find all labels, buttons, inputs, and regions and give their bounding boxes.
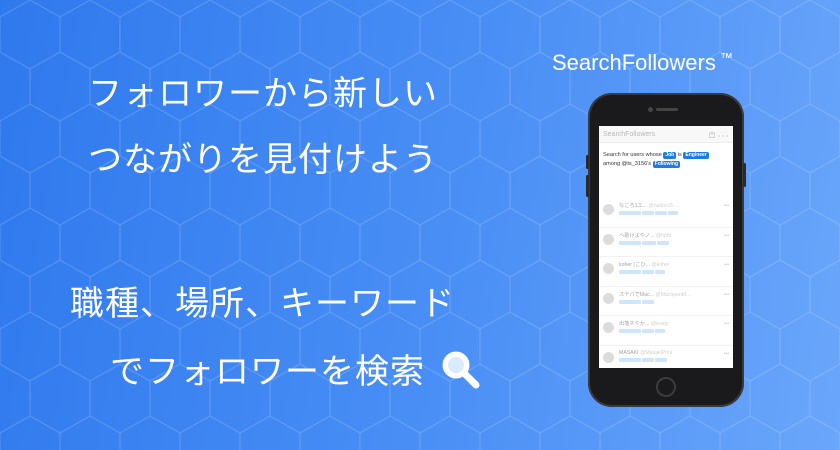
row-menu-icon[interactable]: ••• — [724, 233, 729, 239]
user-display-name: へ助けよやノ... — [619, 232, 655, 239]
user-info: なごろ1エ... @nadoro3... — [619, 202, 729, 215]
list-item[interactable]: なごろ1エ... @nadoro3... ••• — [599, 198, 733, 228]
user-info: koher (こひ... @koher — [619, 261, 729, 274]
user-name: なごろ1エ... @nadoro3... — [619, 202, 729, 209]
share-icon[interactable] — [709, 126, 715, 143]
user-handle: @koher — [651, 262, 670, 268]
user-info: へ助けよやノ... @hpfd — [619, 232, 729, 245]
user-display-name: なごろ1エ... — [619, 203, 647, 209]
app-bar-icons — [709, 126, 729, 143]
user-name: へ助けよやノ... @hpfd — [619, 232, 729, 239]
user-info: MASAKI @MasakiPrini — [619, 350, 729, 362]
user-tags — [619, 357, 729, 362]
user-handle: @MasakiPrini — [640, 349, 673, 356]
avatar — [603, 322, 614, 333]
user-tags — [619, 211, 729, 215]
search-query: Search for users whose Job is Engineer a… — [599, 143, 733, 169]
app-screen: SearchFollowers Search for users whose J… — [599, 126, 733, 368]
headline-line-4-text: でフォロワーを検索 — [110, 352, 425, 392]
headline-line-4: でフォロワーを検索 — [110, 344, 481, 393]
results-list: なごろ1エ... @nadoro3... ••• へ助けよやノ... @hpfd… — [599, 198, 733, 368]
brand-title: SearchFollowers ™ — [552, 50, 733, 76]
user-tags — [619, 329, 729, 333]
list-item[interactable]: ステパでMac... @Macopentif... ••• — [599, 287, 733, 316]
user-info: 出落ネやか... @ieaqy — [619, 320, 729, 333]
list-item[interactable]: koher (こひ... @koher ••• — [599, 257, 733, 287]
phone-mockup: SearchFollowers Search for users whose J… — [586, 93, 746, 407]
query-among: among @ts_3156's — [603, 161, 652, 167]
more-icon[interactable] — [717, 126, 729, 143]
user-display-name: MASAKI — [619, 349, 639, 356]
promo-banner: フォロワーから新しい つながりを見付けよう 職種、場所、キーワード でフォロワー… — [0, 0, 840, 450]
brand-name: SearchFollowers — [552, 50, 716, 75]
avatar — [603, 292, 614, 304]
phone-volume-button — [586, 175, 589, 197]
user-handle: @hpfd — [655, 232, 672, 239]
list-item[interactable]: へ助けよやノ... @hpfd ••• — [599, 228, 733, 257]
earpiece-speaker — [656, 108, 678, 111]
phone-power-button — [743, 163, 746, 187]
phone-volume-button — [586, 155, 589, 169]
headline-line-2: つながりを見付けよう — [88, 140, 438, 180]
headline-line-3: 職種、場所、キーワード — [70, 284, 455, 324]
user-tags — [619, 270, 729, 274]
avatar — [603, 233, 614, 245]
user-display-name: koher (こひ... — [619, 262, 650, 268]
avatar — [603, 263, 614, 274]
list-item[interactable]: 出落ネやか... @ieaqy ••• — [599, 316, 733, 346]
avatar — [603, 351, 614, 363]
scope-tag[interactable]: Following — [652, 161, 680, 168]
value-tag[interactable]: Engineer — [683, 152, 709, 159]
front-camera — [648, 107, 653, 112]
user-tags — [619, 240, 729, 245]
user-handle: @Macopentif... — [655, 291, 691, 298]
app-title: SearchFollowers — [603, 130, 656, 138]
list-item[interactable]: MASAKI @MasakiPrini ••• — [599, 346, 733, 369]
row-menu-icon[interactable]: ••• — [724, 262, 729, 268]
trademark-mark: ™ — [719, 50, 733, 65]
app-bar: SearchFollowers — [599, 126, 733, 143]
row-menu-icon[interactable]: ••• — [724, 292, 729, 298]
query-is: is — [677, 152, 682, 158]
user-name: MASAKI @MasakiPrini — [619, 350, 729, 356]
row-menu-icon[interactable]: ••• — [724, 351, 729, 357]
user-display-name: ステパでMac... — [619, 291, 654, 298]
headline-line-1: フォロワーから新しい — [88, 74, 438, 114]
row-menu-icon[interactable]: ••• — [724, 203, 729, 209]
home-button[interactable] — [656, 377, 676, 397]
magnifier-icon — [439, 348, 481, 390]
field-tag[interactable]: Job — [663, 152, 677, 159]
user-handle: @nadoro3... — [648, 203, 678, 209]
avatar — [603, 204, 614, 215]
user-tags — [619, 299, 729, 304]
user-name: ステパでMac... @Macopentif... — [619, 291, 729, 298]
user-name: koher (こひ... @koher — [619, 261, 729, 268]
user-name: 出落ネやか... @ieaqy — [619, 320, 729, 327]
row-menu-icon[interactable]: ••• — [724, 321, 729, 327]
user-info: ステパでMac... @Macopentif... — [619, 291, 729, 304]
user-handle: @ieaqy — [650, 321, 669, 327]
user-display-name: 出落ネやか... — [619, 321, 650, 327]
query-prefix: Search for users whose — [603, 152, 662, 158]
